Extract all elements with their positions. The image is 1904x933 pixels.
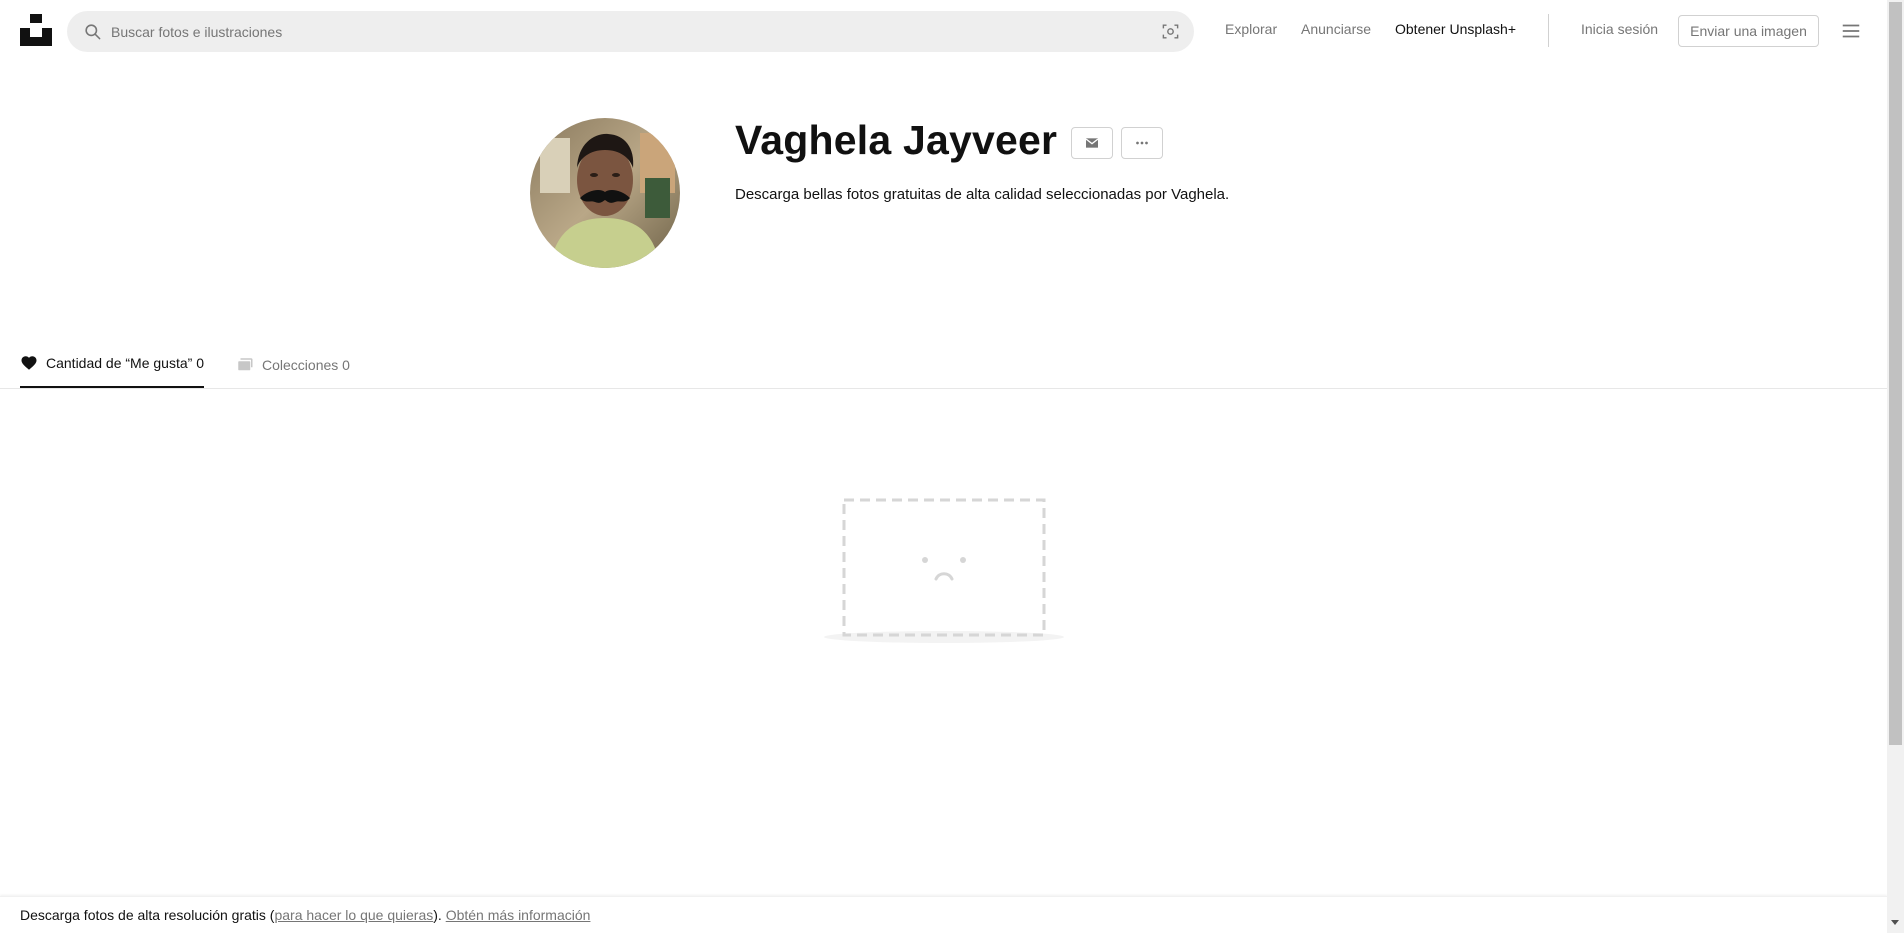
search-bar (67, 11, 1194, 52)
hamburger-menu-icon[interactable] (1840, 20, 1862, 42)
license-link[interactable]: para hacer lo que quieras (274, 907, 433, 923)
more-options-icon (1136, 141, 1148, 145)
page-scrollbar[interactable] (1887, 0, 1904, 933)
nav-divider (1548, 14, 1549, 47)
collections-icon (238, 357, 253, 370)
tab-likes[interactable]: Cantidad de “Me gusta” 0 (20, 340, 204, 388)
nav-unsplash-plus-link[interactable]: Obtener Unsplash+ (1395, 21, 1516, 37)
submit-image-button[interactable]: Enviar una imagen (1678, 15, 1819, 47)
login-link[interactable]: Inicia sesión (1581, 21, 1658, 37)
nav-advertise-link[interactable]: Anunciarse (1301, 21, 1371, 37)
tab-collections-label: Colecciones 0 (262, 356, 350, 373)
tab-collections[interactable]: Colecciones 0 (236, 340, 350, 389)
search-icon[interactable] (83, 22, 102, 41)
footer-text: Descarga fotos de alta resolución gratis… (20, 907, 590, 923)
heart-icon (21, 356, 37, 370)
search-input[interactable] (111, 11, 1111, 52)
unsplash-logo-icon[interactable] (20, 14, 52, 46)
profile-bio: Descarga bellas fotos gratuitas de alta … (735, 186, 1230, 203)
nav-explore-link[interactable]: Explorar (1225, 21, 1277, 37)
message-button[interactable] (1071, 127, 1113, 159)
scroll-down-arrow-icon[interactable] (1891, 920, 1899, 925)
profile-name: Vaghela Jayveer (735, 117, 1058, 163)
footer-text-before: Descarga fotos de alta resolución gratis… (20, 907, 275, 923)
mail-icon (1085, 138, 1099, 148)
learn-more-link[interactable]: Obtén más información (446, 907, 591, 923)
empty-state-illustration (824, 498, 1064, 643)
profile-tabs: Cantidad de “Me gusta” 0 Colecciones 0 (0, 340, 1887, 389)
footer-bar: Descarga fotos de alta resolución gratis… (0, 896, 1887, 933)
scrollbar-thumb[interactable] (1889, 2, 1902, 745)
footer-text-after: ). (433, 907, 446, 923)
visual-search-icon[interactable] (1161, 22, 1180, 41)
more-actions-button[interactable] (1121, 127, 1163, 159)
tab-likes-label: Cantidad de “Me gusta” 0 (46, 355, 204, 371)
top-navigation: Explorar Anunciarse Obtener Unsplash+ In… (0, 0, 1887, 61)
profile-avatar (530, 118, 680, 268)
